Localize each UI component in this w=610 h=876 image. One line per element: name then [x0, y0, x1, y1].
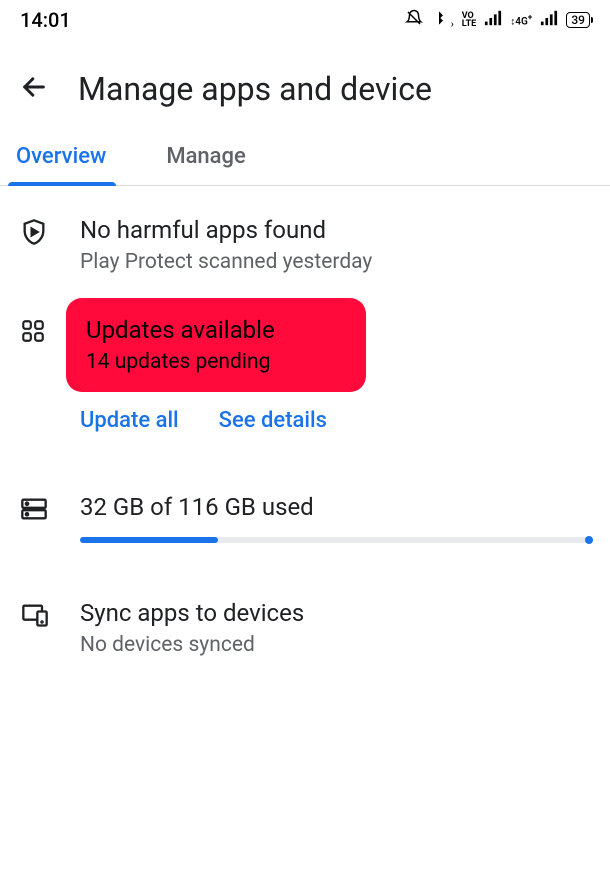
updates-subtitle: 14 updates pending: [86, 350, 346, 374]
see-details-button[interactable]: See details: [219, 408, 327, 433]
storage-section[interactable]: 32 GB of 116 GB used: [20, 443, 590, 553]
play-protect-subtitle: Play Protect scanned yesterday: [80, 250, 590, 274]
status-time: 14:01: [20, 8, 71, 32]
storage-icon: [20, 493, 80, 543]
update-all-button[interactable]: Update all: [80, 408, 179, 433]
back-button[interactable]: [20, 73, 48, 105]
status-icons: › VO LTE ↕4G+ 39: [405, 9, 590, 31]
shield-play-icon: [20, 216, 80, 274]
battery-icon: 39: [566, 12, 590, 28]
status-bar: 14:01 › VO LTE ↕4G+ 39: [0, 0, 610, 40]
bluetooth-icon: ›: [431, 9, 454, 31]
storage-bar: [80, 537, 590, 543]
volte-icon: VO LTE: [462, 12, 477, 28]
tabs: Overview Manage: [0, 128, 610, 186]
signal-icon: [484, 9, 502, 31]
sync-title: Sync apps to devices: [80, 599, 590, 627]
sync-section[interactable]: Sync apps to devices No devices synced: [20, 553, 590, 667]
tab-overview[interactable]: Overview: [8, 128, 130, 185]
page-title: Manage apps and device: [78, 70, 432, 108]
storage-title: 32 GB of 116 GB used: [80, 493, 590, 521]
play-protect-section[interactable]: No harmful apps found Play Protect scann…: [20, 186, 590, 284]
updates-title: Updates available: [86, 316, 346, 344]
updates-section: Updates available 14 updates pending Upd…: [20, 284, 590, 443]
devices-icon: [20, 599, 80, 657]
signal-icon-2: [540, 9, 558, 31]
sync-subtitle: No devices synced: [80, 633, 590, 657]
play-protect-title: No harmful apps found: [80, 216, 590, 244]
silent-icon: [405, 9, 423, 31]
updates-highlight[interactable]: Updates available 14 updates pending: [66, 298, 366, 392]
header: Manage apps and device: [0, 40, 610, 128]
network-4g-icon: ↕4G+: [510, 13, 532, 27]
tab-manage[interactable]: Manage: [166, 128, 269, 185]
